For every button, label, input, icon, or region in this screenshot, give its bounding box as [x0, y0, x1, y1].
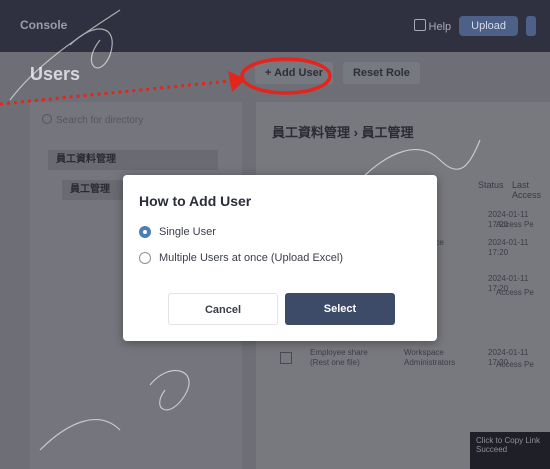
cell-group: Workspace Administrators: [404, 348, 456, 367]
select-button[interactable]: Select: [285, 293, 395, 325]
reset-role-button[interactable]: Reset Role: [342, 62, 420, 84]
add-user-dialog: How to Add User Single User Multiple Use…: [123, 175, 437, 341]
cell-access: Access Pe: [496, 288, 534, 297]
page-title: Users: [30, 64, 81, 84]
option-multiple-users[interactable]: Multiple Users at once (Upload Excel): [139, 252, 343, 264]
toast-notification: Click to Copy Link Succeed: [470, 432, 550, 469]
directory-search-input[interactable]: Search for directory: [42, 114, 230, 134]
cell-date: 2024-01-11 17:20: [488, 238, 529, 257]
search-icon: [42, 114, 52, 124]
option-single-user[interactable]: Single User: [139, 226, 216, 238]
search-placeholder: Search for directory: [56, 115, 144, 126]
option-label: Single User: [159, 226, 216, 238]
top-navigation-bar: Console Help Upload: [0, 0, 550, 52]
cell-access: Access Pe: [496, 220, 534, 229]
help-icon: [413, 19, 426, 31]
tree-item-employee-data[interactable]: 員工資料管理: [48, 150, 218, 170]
content-title: 員工資料管理 › 員工管理: [272, 125, 414, 140]
column-header-last-access: Last Access: [512, 180, 542, 200]
cell-access: Access Pe: [496, 360, 534, 369]
row-checkbox[interactable]: [280, 352, 292, 364]
brand-name: Console: [20, 18, 68, 32]
add-user-button[interactable]: + Add User: [255, 62, 333, 84]
menu-button[interactable]: [526, 16, 536, 36]
radio-checked-icon[interactable]: [139, 226, 151, 238]
column-header-status: Status: [478, 180, 504, 190]
help-link[interactable]: Help: [413, 19, 452, 33]
cell-name: Employee share (Rest one file): [310, 348, 368, 367]
radio-unchecked-icon[interactable]: [139, 252, 151, 264]
cancel-button[interactable]: Cancel: [168, 293, 278, 325]
dialog-title: How to Add User: [139, 193, 252, 209]
upload-button[interactable]: Upload: [459, 16, 518, 36]
toolbar: + Add User Reset Role: [255, 62, 420, 84]
top-right-actions: Help Upload: [413, 16, 536, 36]
help-label: Help: [428, 21, 452, 33]
option-label: Multiple Users at once (Upload Excel): [159, 252, 344, 264]
